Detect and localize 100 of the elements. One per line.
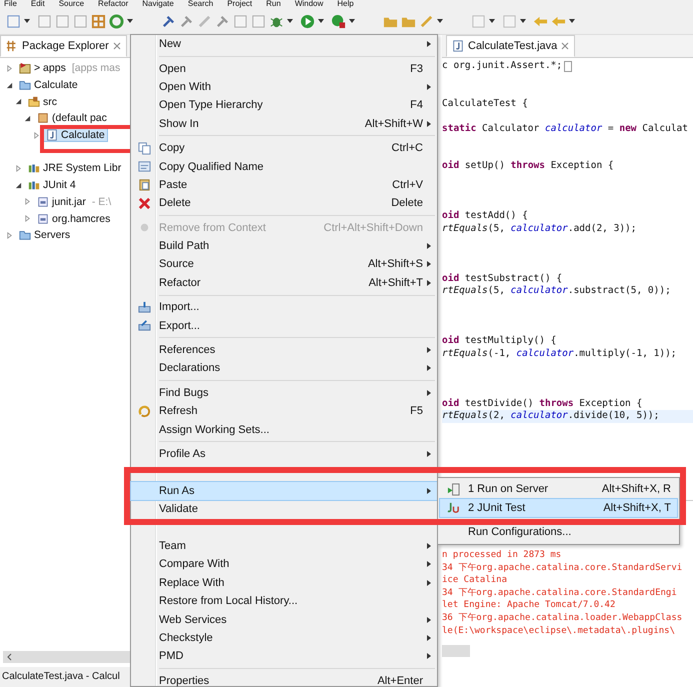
code-line: oid testAdd() { bbox=[442, 210, 528, 222]
menu-bar-item[interactable]: Project bbox=[227, 0, 252, 8]
code-line: rtEquals(5, calculator.add(2, 3)); bbox=[442, 222, 636, 235]
menu-item[interactable]: Checkstyle bbox=[131, 628, 437, 648]
menu-item[interactable]: 1 Run on Server Alt+Shift+X, R bbox=[440, 480, 677, 498]
collapsed-arrow-icon[interactable] bbox=[6, 64, 13, 72]
code-line: oid testSubstract() { bbox=[442, 272, 562, 285]
menu-bar-item[interactable]: Source bbox=[58, 0, 84, 8]
menu-item[interactable]: Replace With bbox=[131, 574, 437, 592]
menu-bar-item[interactable]: Search bbox=[188, 0, 214, 8]
menu-item[interactable]: References bbox=[131, 340, 437, 360]
expanded-arrow-icon[interactable] bbox=[15, 98, 22, 106]
dropdown-caret-icon[interactable] bbox=[437, 19, 443, 23]
code-line: rtEquals(-1, calculator.multiply(-1, 1)); bbox=[442, 348, 677, 360]
menu-item[interactable]: Refresh F5 bbox=[131, 402, 437, 420]
tree-item[interactable]: Calculate bbox=[43, 128, 108, 142]
tree-item[interactable]: junit.jar - E:\ bbox=[34, 194, 114, 209]
menu-item[interactable]: Run Configurations... bbox=[440, 523, 677, 542]
dropdown-caret-icon[interactable] bbox=[489, 19, 495, 23]
menu-bar-item[interactable]: Run bbox=[266, 0, 281, 8]
menu-item[interactable]: Copy Ctrl+C bbox=[131, 138, 437, 158]
pen-icon[interactable] bbox=[197, 14, 212, 28]
run-stop-icon[interactable] bbox=[331, 14, 346, 28]
library-icon bbox=[28, 162, 40, 174]
expanded-arrow-icon[interactable] bbox=[15, 182, 22, 189]
dropdown-caret-icon[interactable] bbox=[349, 19, 355, 23]
tree-item[interactable]: Calculate bbox=[16, 78, 81, 92]
package-icon bbox=[37, 112, 49, 124]
scrollbar[interactable] bbox=[3, 651, 130, 663]
menu-bar-item[interactable]: File bbox=[4, 0, 17, 8]
grid-icon[interactable] bbox=[91, 14, 106, 28]
menu-item[interactable]: Open With bbox=[131, 78, 437, 96]
expanded-arrow-icon[interactable] bbox=[6, 82, 13, 89]
menu-item[interactable]: Build Path bbox=[131, 236, 437, 256]
menu-item[interactable]: Validate bbox=[131, 500, 437, 518]
menu-item[interactable]: Compare With bbox=[131, 555, 437, 574]
menu-item[interactable]: Paste Ctrl+V bbox=[131, 176, 437, 194]
menu-item[interactable]: Run As bbox=[131, 482, 437, 500]
menu-item[interactable]: Restore from Local History... bbox=[131, 592, 437, 610]
library-icon bbox=[28, 179, 40, 192]
dropdown-caret-icon[interactable] bbox=[520, 19, 526, 23]
folded-code-marker[interactable] bbox=[564, 60, 572, 72]
menu-item[interactable]: Export... bbox=[131, 316, 437, 335]
java-file-icon bbox=[452, 40, 464, 52]
editor-tab[interactable]: CalculateTest.java bbox=[446, 35, 576, 57]
collapsed-arrow-icon[interactable] bbox=[6, 232, 13, 239]
dropdown-caret-icon[interactable] bbox=[24, 19, 30, 23]
collapsed-arrow-icon[interactable] bbox=[15, 164, 22, 172]
code-line: oid testMultiply() { bbox=[442, 335, 556, 348]
scrollbar-thumb[interactable] bbox=[442, 645, 470, 658]
collapsed-arrow-icon[interactable] bbox=[24, 198, 31, 206]
close-icon[interactable] bbox=[561, 42, 570, 50]
tree-item[interactable]: Servers bbox=[16, 228, 74, 242]
tree-item[interactable]: JUnit 4 bbox=[25, 178, 79, 192]
menu-bar-item[interactable]: Refactor bbox=[98, 0, 128, 8]
menu-item[interactable]: Find Bugs bbox=[131, 384, 437, 402]
menu-item[interactable]: PMD bbox=[131, 647, 437, 666]
menu-item[interactable]: Web Services bbox=[131, 610, 437, 629]
menu-item[interactable]: Assign Working Sets... bbox=[131, 420, 437, 439]
menu-item[interactable]: Show In Alt+Shift+W bbox=[131, 114, 437, 133]
menu-bar-item[interactable]: Help bbox=[337, 0, 354, 8]
menu-item[interactable]: Properties Alt+Enter bbox=[131, 672, 437, 687]
menu-item[interactable]: Refactor Alt+Shift+T bbox=[131, 274, 437, 292]
menu-item[interactable]: Team bbox=[131, 536, 437, 556]
menu-item[interactable]: Profile As bbox=[131, 444, 437, 464]
menu-item[interactable]: 2 JUnit Test Alt+Shift+X, T bbox=[440, 498, 677, 517]
tree-item[interactable]: (default pac bbox=[34, 111, 110, 126]
menu-bar-item[interactable]: Edit bbox=[30, 0, 45, 8]
collapsed-arrow-icon[interactable] bbox=[33, 132, 40, 139]
junit-icon bbox=[446, 501, 460, 514]
menu-bar-item[interactable]: Navigate bbox=[142, 0, 174, 8]
menu-item[interactable]: Copy Qualified Name bbox=[131, 157, 437, 176]
dropdown-caret-icon[interactable] bbox=[127, 19, 133, 23]
tree-item[interactable]: JRE System Libr bbox=[25, 161, 124, 176]
tree-item[interactable]: org.hamcres bbox=[34, 212, 114, 226]
menu-item[interactable]: Delete Delete bbox=[131, 194, 437, 213]
expanded-arrow-icon[interactable] bbox=[24, 114, 31, 122]
menu-item[interactable]: Open F3 bbox=[131, 59, 437, 78]
package-explorer-icon bbox=[6, 40, 18, 52]
folder-icon bbox=[19, 229, 31, 242]
menu-item[interactable]: Declarations bbox=[131, 359, 437, 378]
run-icon[interactable] bbox=[300, 14, 315, 28]
menu-item[interactable]: Open Type Hierarchy F4 bbox=[131, 96, 437, 115]
menu-item[interactable]: Import... bbox=[131, 298, 437, 316]
view-tab[interactable]: Package Explorer bbox=[0, 35, 127, 57]
menu-bar-item[interactable]: Window bbox=[294, 0, 324, 8]
dropdown-caret-icon[interactable] bbox=[318, 19, 324, 23]
code-line: rtEquals(5, calculator.substract(5, 0)); bbox=[442, 285, 671, 298]
close-icon[interactable] bbox=[112, 42, 121, 50]
copy-name-icon bbox=[138, 160, 150, 174]
code-line: oid testDivide() throws Exception { bbox=[442, 398, 642, 410]
dropdown-caret-icon[interactable] bbox=[287, 19, 293, 23]
menu-item[interactable]: New bbox=[131, 35, 437, 54]
tree-item[interactable]: > apps [apps mas bbox=[16, 61, 124, 76]
tree-item[interactable]: src bbox=[25, 94, 60, 109]
jar-icon bbox=[37, 212, 49, 225]
project-icon bbox=[19, 62, 31, 74]
collapsed-arrow-icon[interactable] bbox=[24, 215, 31, 222]
menu-item[interactable]: Source Alt+Shift+S bbox=[131, 255, 437, 274]
dropdown-caret-icon[interactable] bbox=[569, 19, 575, 23]
